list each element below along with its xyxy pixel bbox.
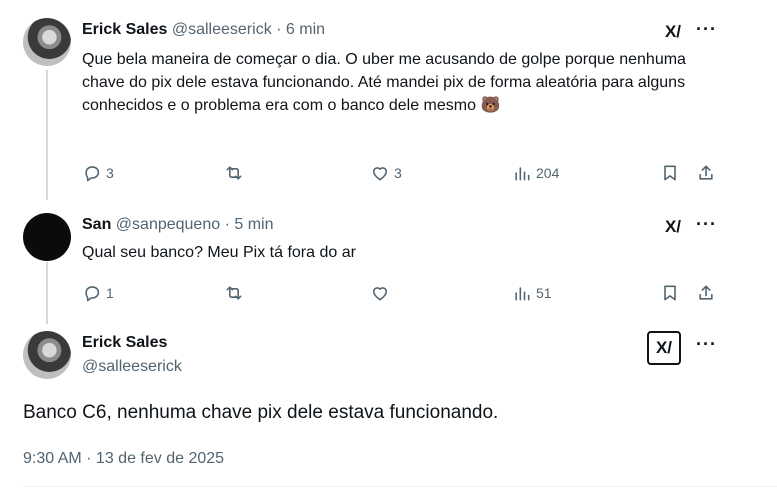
tweet-2-text: Qual seu banco? Meu Pix tá fora do ar	[82, 244, 356, 261]
view-count: 51	[536, 285, 552, 301]
tweet-1-text: Que bela maneira de começar o dia. O ube…	[82, 51, 686, 114]
avatar-erick[interactable]	[23, 18, 71, 66]
bookmark-button[interactable]	[660, 161, 680, 185]
retweet-icon	[226, 286, 242, 300]
author-name[interactable]: Erick Sales	[82, 21, 167, 38]
author-handle[interactable]: @sanpequeno	[116, 216, 220, 233]
thread-line-1	[46, 70, 48, 200]
main-author-name-wrap: Erick Sales	[82, 334, 167, 352]
bookmark-icon	[664, 285, 676, 301]
retweet-icon	[226, 166, 242, 180]
bookmark-icon	[664, 165, 676, 181]
views-icon	[515, 287, 530, 301]
reply-count: 1	[106, 285, 114, 301]
retweet-button[interactable]	[224, 161, 248, 185]
avatar-san[interactable]	[23, 213, 71, 261]
view-count: 204	[536, 165, 560, 181]
more-icon[interactable]: ···	[696, 334, 717, 355]
more-icon[interactable]: ···	[696, 214, 717, 235]
grok-icon[interactable]: X/	[647, 331, 681, 365]
thread-line-2	[46, 262, 48, 324]
grok-icon[interactable]: X/	[662, 216, 684, 238]
reply-button[interactable]: 3	[82, 161, 114, 185]
more-icon[interactable]: ···	[696, 19, 717, 40]
share-button[interactable]	[696, 281, 716, 305]
author-name[interactable]: San	[82, 216, 111, 233]
main-author-name[interactable]: Erick Sales	[82, 334, 167, 351]
avatar-erick-main[interactable]	[23, 331, 71, 379]
main-tweet-timestamp[interactable]: 9:30 AM · 13 de fev de 2025	[23, 450, 224, 468]
grok-icon[interactable]: X/	[662, 21, 684, 43]
main-author-handle-wrap: @salleeserick	[82, 358, 182, 376]
tweet-1-actions: 3 3 204	[82, 161, 722, 185]
like-button[interactable]: 3	[370, 161, 402, 185]
reply-icon	[85, 166, 100, 182]
main-tweet-text: Banco C6, nenhuma chave pix dele estava …	[23, 402, 499, 423]
share-icon	[699, 285, 713, 300]
separator-dot: ·	[276, 21, 282, 38]
tweet-1-header: Erick Sales @salleeserick · 6 min	[82, 21, 325, 39]
tweet-2-header: San @sanpequeno · 5 min	[82, 216, 273, 234]
tweet-2-actions: 1 51	[82, 281, 722, 305]
like-icon	[372, 167, 388, 181]
tweet-time[interactable]: 6 min	[286, 21, 325, 38]
reply-button[interactable]: 1	[82, 281, 114, 305]
reply-count: 3	[106, 165, 114, 181]
tweet-time[interactable]: 5 min	[234, 216, 273, 233]
share-icon	[699, 165, 713, 180]
like-count: 3	[394, 165, 402, 181]
like-button[interactable]	[370, 281, 394, 305]
author-handle[interactable]: @salleeserick	[172, 21, 272, 38]
retweet-button[interactable]	[224, 281, 248, 305]
bookmark-button[interactable]	[660, 281, 680, 305]
share-button[interactable]	[696, 161, 716, 185]
views-button[interactable]: 51	[512, 281, 552, 305]
like-icon	[372, 287, 388, 301]
views-icon	[515, 167, 530, 181]
reply-icon	[85, 286, 100, 302]
divider	[23, 486, 777, 487]
main-author-handle[interactable]: @salleeserick	[82, 358, 182, 375]
separator-dot: ·	[224, 216, 230, 233]
views-button[interactable]: 204	[512, 161, 559, 185]
